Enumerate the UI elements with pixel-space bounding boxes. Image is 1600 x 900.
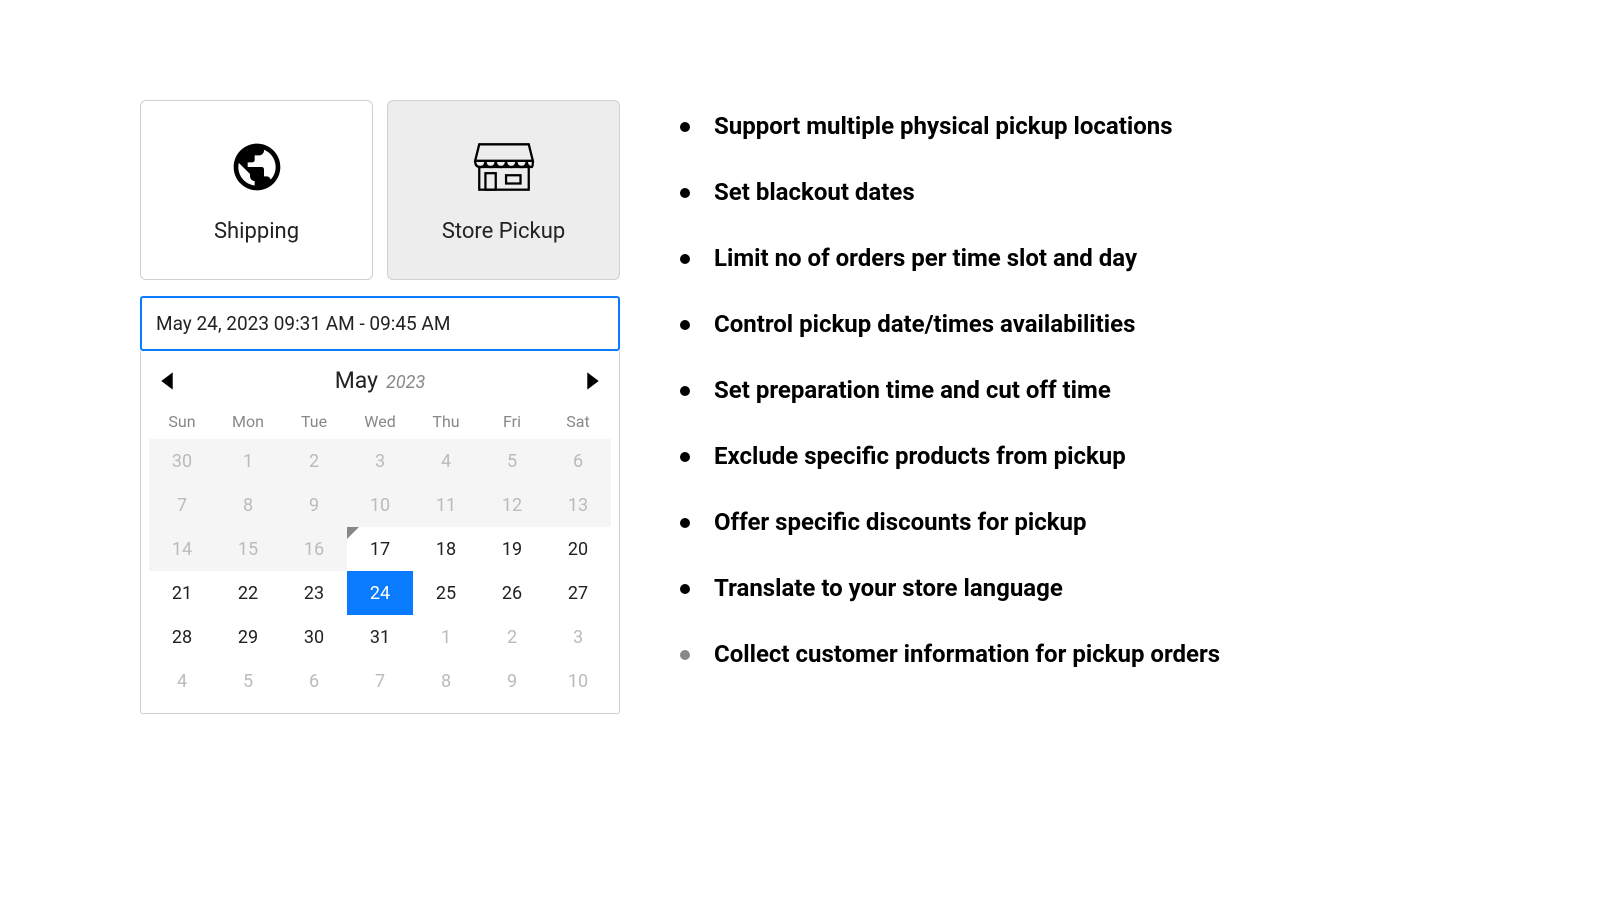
feature-text: Collect customer information for pickup … xyxy=(714,640,1220,668)
calendar-day[interactable]: 31 xyxy=(347,615,413,659)
bullet-icon xyxy=(680,188,690,198)
left-panel: Shipping Store Pickup May 24, 2023 09:31… xyxy=(140,100,620,800)
feature-item: Translate to your store language xyxy=(680,574,1220,602)
calendar-day: 6 xyxy=(281,659,347,703)
bullet-icon xyxy=(680,386,690,396)
features-list: Support multiple physical pickup locatio… xyxy=(680,100,1220,800)
calendar-day: 4 xyxy=(413,439,479,483)
feature-item: Control pickup date/times availabilities xyxy=(680,310,1220,338)
feature-item: Exclude specific products from pickup xyxy=(680,442,1220,470)
calendar-day[interactable]: 22 xyxy=(215,571,281,615)
calendar-day-of-week: Thu xyxy=(413,406,479,439)
calendar-day: 9 xyxy=(281,483,347,527)
feature-item: Set preparation time and cut off time xyxy=(680,376,1220,404)
calendar-day: 16 xyxy=(281,527,347,571)
feature-text: Control pickup date/times availabilities xyxy=(714,310,1135,338)
calendar-day: 10 xyxy=(545,659,611,703)
feature-text: Translate to your store language xyxy=(714,574,1063,602)
calendar-day: 1 xyxy=(413,615,479,659)
calendar-title: May 2023 xyxy=(335,367,426,394)
calendar-day: 14 xyxy=(149,527,215,571)
calendar-day: 2 xyxy=(479,615,545,659)
calendar-day-of-week: Tue xyxy=(281,406,347,439)
calendar-month: May xyxy=(335,367,378,394)
bullet-icon xyxy=(680,122,690,132)
feature-item: Set blackout dates xyxy=(680,178,1220,206)
calendar-day[interactable]: 26 xyxy=(479,571,545,615)
store-icon xyxy=(471,137,537,197)
calendar-day: 9 xyxy=(479,659,545,703)
calendar-day: 8 xyxy=(215,483,281,527)
calendar-day: 10 xyxy=(347,483,413,527)
calendar-day[interactable]: 29 xyxy=(215,615,281,659)
calendar-next-button[interactable] xyxy=(585,371,601,391)
feature-text: Set blackout dates xyxy=(714,178,915,206)
feature-text: Set preparation time and cut off time xyxy=(714,376,1111,404)
calendar-day: 4 xyxy=(149,659,215,703)
calendar-day[interactable]: 17 xyxy=(347,527,413,571)
store-pickup-option-card[interactable]: Store Pickup xyxy=(387,100,620,280)
feature-item: Offer specific discounts for pickup xyxy=(680,508,1220,536)
calendar-day[interactable]: 21 xyxy=(149,571,215,615)
calendar-day: 2 xyxy=(281,439,347,483)
calendar-day: 7 xyxy=(347,659,413,703)
calendar-day[interactable]: 20 xyxy=(545,527,611,571)
calendar-day: 3 xyxy=(347,439,413,483)
store-pickup-label: Store Pickup xyxy=(442,219,565,244)
calendar-grid: SunMonTueWedThuFriSat3012345678910111213… xyxy=(149,406,611,703)
calendar-day[interactable]: 19 xyxy=(479,527,545,571)
calendar-day: 12 xyxy=(479,483,545,527)
feature-item: Limit no of orders per time slot and day xyxy=(680,244,1220,272)
calendar: May 2023 SunMonTueWedThuFriSat3012345678… xyxy=(140,351,620,714)
calendar-prev-button[interactable] xyxy=(159,371,175,391)
datetime-input[interactable]: May 24, 2023 09:31 AM - 09:45 AM xyxy=(140,296,620,351)
feature-text: Offer specific discounts for pickup xyxy=(714,508,1086,536)
calendar-day: 13 xyxy=(545,483,611,527)
calendar-day[interactable]: 18 xyxy=(413,527,479,571)
shipping-label: Shipping xyxy=(214,219,299,244)
calendar-day: 30 xyxy=(149,439,215,483)
calendar-day: 8 xyxy=(413,659,479,703)
calendar-day: 5 xyxy=(479,439,545,483)
globe-icon xyxy=(229,137,285,197)
calendar-day[interactable]: 27 xyxy=(545,571,611,615)
calendar-day-of-week: Mon xyxy=(215,406,281,439)
calendar-day-of-week: Sun xyxy=(149,406,215,439)
bullet-icon xyxy=(680,254,690,264)
calendar-header: May 2023 xyxy=(149,361,611,406)
feature-item: Collect customer information for pickup … xyxy=(680,640,1220,668)
calendar-day: 11 xyxy=(413,483,479,527)
calendar-day: 3 xyxy=(545,615,611,659)
calendar-day-of-week: Sat xyxy=(545,406,611,439)
feature-text: Support multiple physical pickup locatio… xyxy=(714,112,1173,140)
bullet-icon xyxy=(680,452,690,462)
feature-text: Exclude specific products from pickup xyxy=(714,442,1126,470)
calendar-day-of-week: Wed xyxy=(347,406,413,439)
feature-item: Support multiple physical pickup locatio… xyxy=(680,112,1220,140)
bullet-icon xyxy=(680,320,690,330)
calendar-day: 1 xyxy=(215,439,281,483)
calendar-day: 7 xyxy=(149,483,215,527)
calendar-day: 6 xyxy=(545,439,611,483)
feature-text: Limit no of orders per time slot and day xyxy=(714,244,1137,272)
delivery-options: Shipping Store Pickup xyxy=(140,100,620,280)
calendar-day: 15 xyxy=(215,527,281,571)
calendar-day[interactable]: 28 xyxy=(149,615,215,659)
calendar-day[interactable]: 24 xyxy=(347,571,413,615)
calendar-day[interactable]: 23 xyxy=(281,571,347,615)
bullet-icon xyxy=(680,518,690,528)
calendar-day[interactable]: 25 xyxy=(413,571,479,615)
calendar-day-of-week: Fri xyxy=(479,406,545,439)
calendar-day: 5 xyxy=(215,659,281,703)
calendar-year: 2023 xyxy=(386,372,425,393)
bullet-icon xyxy=(680,650,690,660)
bullet-icon xyxy=(680,584,690,594)
calendar-day[interactable]: 30 xyxy=(281,615,347,659)
shipping-option-card[interactable]: Shipping xyxy=(140,100,373,280)
